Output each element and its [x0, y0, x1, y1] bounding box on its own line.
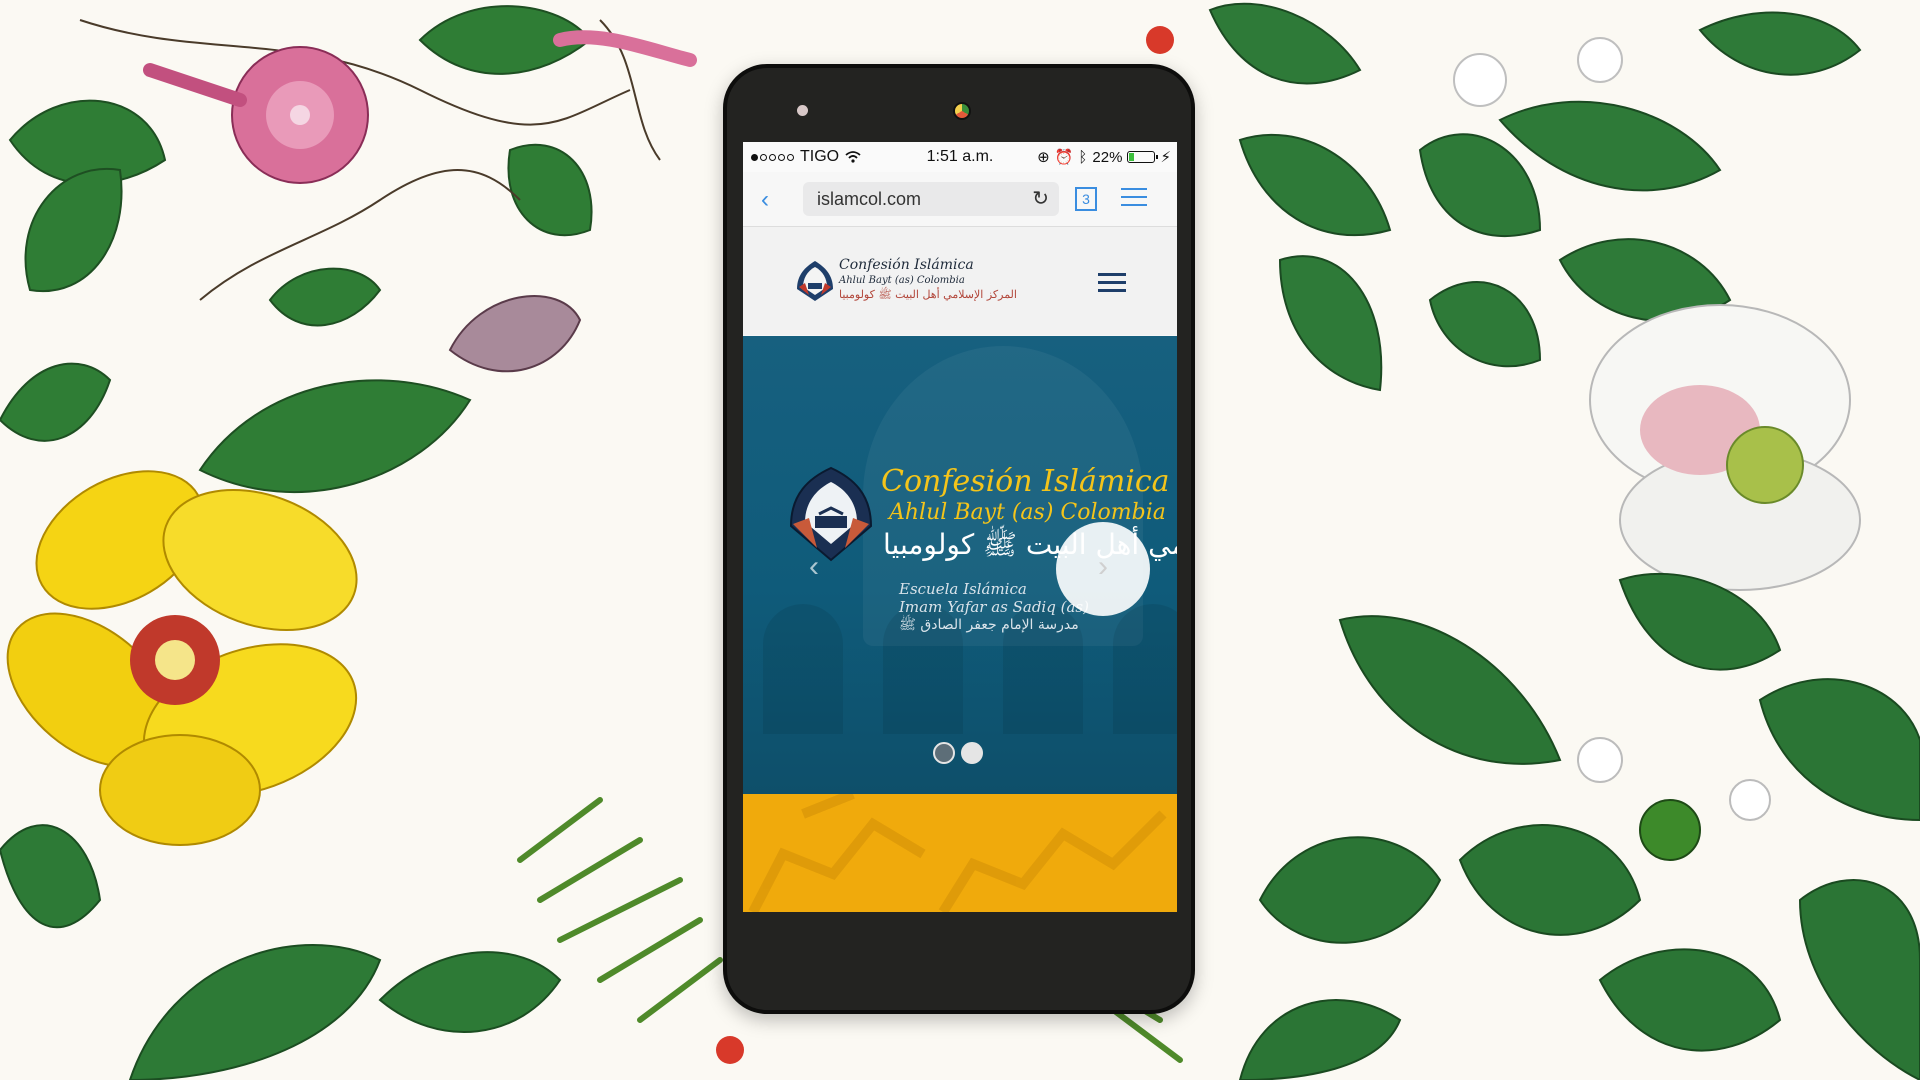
slider-next-chevron-right-icon[interactable]: › — [1056, 522, 1150, 616]
phone-speaker — [797, 105, 808, 116]
bluetooth-icon: ᛒ — [1078, 148, 1088, 166]
slider-prev-chevron-left-icon[interactable]: ‹ — [809, 550, 819, 584]
alarm-icon: ⏰ — [1054, 149, 1074, 166]
rotation-lock-icon: ⊕ — [1037, 149, 1050, 166]
mosque-arch-background — [1113, 604, 1177, 734]
battery-icon — [1127, 151, 1159, 163]
hero-emblem-icon — [789, 466, 873, 562]
slider-pagination — [933, 742, 983, 764]
battery-percent: 22% — [1092, 148, 1123, 166]
hamburger-icon[interactable] — [1098, 273, 1126, 293]
slider-dot-2[interactable] — [961, 742, 983, 764]
logo-title: Confesión Islámica — [839, 257, 974, 273]
yellow-section — [743, 794, 1177, 912]
url-text[interactable]: islamcol.com — [817, 189, 921, 210]
hero-slider: Confesión Islámica Ahlul Bayt (as) Colom… — [743, 336, 1177, 794]
phone-camera — [953, 102, 971, 120]
emblem-icon — [797, 261, 833, 301]
geometric-pattern — [748, 794, 1167, 912]
address-bar[interactable]: islamcol.com ↻ — [803, 182, 1059, 216]
status-right: ⊕ ⏰ ᛒ 22% ⚡ — [1037, 148, 1171, 167]
slider-dot-1[interactable] — [933, 742, 955, 764]
browser-toolbar: ‹ islamcol.com ↻ 3 — [743, 172, 1177, 227]
hero-school-line-1: Escuela Islámica — [899, 580, 1027, 598]
hero-title: Confesión Islámica — [881, 464, 1170, 499]
hero-subtitle: Ahlul Bayt (as) Colombia — [889, 500, 1166, 525]
logo-arabic: المركز الإسلامي أهل البيت ﷺ كولومبيا — [839, 288, 1017, 301]
chevron-left-icon[interactable]: ‹ — [761, 186, 769, 214]
charging-icon: ⚡ — [1160, 149, 1171, 166]
logo-subtitle: Ahlul Bayt (as) Colombia — [839, 275, 965, 286]
hero-school-line-2: Imam Yafar as Sadiq (as) — [899, 598, 1089, 616]
site-header: Confesión Islámica Ahlul Bayt (as) Colom… — [743, 227, 1177, 335]
hero-school-line-3: مدرسة الإمام جعفر الصادق ﷺ — [899, 617, 1079, 633]
reload-icon[interactable]: ↻ — [1032, 186, 1049, 211]
site-logo[interactable]: Confesión Islámica Ahlul Bayt (as) Colom… — [793, 255, 1017, 307]
status-bar: TIGO 1:51 a.m. ⊕ ⏰ ᛒ 22% ⚡ — [743, 142, 1177, 172]
tabs-button[interactable]: 3 — [1075, 187, 1097, 211]
phone-screen: TIGO 1:51 a.m. ⊕ ⏰ ᛒ 22% ⚡ ‹ islamcol.co… — [743, 142, 1177, 912]
mosque-arch-background — [763, 604, 843, 734]
browser-menu-icon[interactable] — [1121, 188, 1147, 208]
